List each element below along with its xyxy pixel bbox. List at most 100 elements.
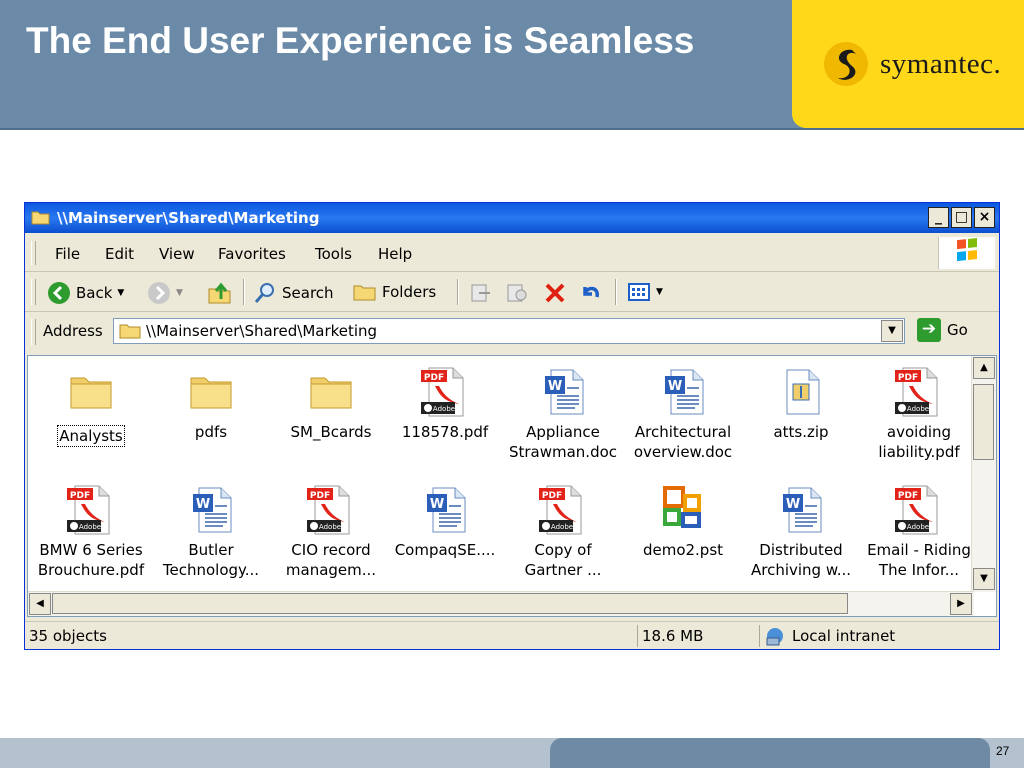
menu-tools[interactable]: Tools: [315, 245, 352, 263]
menu-help[interactable]: Help: [378, 245, 412, 263]
file-item[interactable]: SM_Bcards: [272, 364, 390, 442]
file-list: Analysts pdfs SM_Bcards PDF Adobe 118578.pdf W…: [27, 355, 997, 617]
file-item[interactable]: W CompaqSE....: [386, 482, 504, 560]
file-item[interactable]: PDF Adobe Copy of Gartner ...: [504, 482, 622, 580]
windows-flag-logo: [938, 237, 995, 269]
file-item[interactable]: PDF Adobe BMW 6 Series Brouchure.pdf: [32, 482, 150, 580]
file-item[interactable]: Analysts: [32, 364, 150, 447]
forward-button[interactable]: ▼: [147, 281, 183, 305]
svg-text:Adobe: Adobe: [433, 405, 455, 413]
file-name: Butler Technology...: [152, 540, 270, 580]
file-item[interactable]: PDF Adobe CIO record managem...: [272, 482, 390, 580]
maximize-button[interactable]: □: [951, 207, 972, 228]
file-name: Appliance Strawman.doc: [504, 422, 622, 462]
file-name: 118578.pdf: [386, 422, 504, 442]
menu-favorites[interactable]: Favorites: [218, 245, 286, 263]
vertical-scroll-thumb[interactable]: [973, 384, 994, 460]
scroll-down-button[interactable]: ▼: [973, 568, 995, 590]
file-name-line: CIO record: [291, 541, 371, 559]
scroll-left-button[interactable]: ◀: [29, 593, 51, 615]
menu-view[interactable]: View: [159, 245, 195, 263]
up-folder-button[interactable]: [207, 281, 233, 305]
back-button[interactable]: Back ▼: [47, 281, 124, 305]
file-item[interactable]: demo2.pst: [624, 482, 742, 560]
file-item[interactable]: W Architectural overview.doc: [624, 364, 742, 462]
undo-icon: [583, 286, 599, 298]
scroll-up-button[interactable]: ▲: [973, 357, 995, 379]
file-item[interactable]: PDF Adobe Email - Riding The Infor...: [860, 482, 978, 580]
menu-edit[interactable]: Edit: [105, 245, 134, 263]
file-item[interactable]: W Distributed Archiving w...: [742, 482, 860, 580]
file-name: CIO record managem...: [272, 540, 390, 580]
file-item[interactable]: W Butler Technology...: [152, 482, 270, 580]
svg-text:PDF: PDF: [542, 491, 562, 501]
folders-label: Folders: [382, 283, 437, 301]
file-name-text: CompaqSE....: [394, 541, 496, 559]
menu-file[interactable]: File: [55, 245, 80, 263]
address-grip: [31, 319, 36, 345]
file-name: Distributed Archiving w...: [742, 540, 860, 580]
move-to-button[interactable]: [469, 281, 493, 305]
horizontal-scrollbar[interactable]: ◀ ▶: [28, 591, 974, 616]
svg-text:Adobe: Adobe: [319, 523, 341, 531]
pst-file-icon: [655, 482, 711, 536]
file-name: Architectural overview.doc: [624, 422, 742, 462]
doc-file-icon: W: [535, 364, 591, 418]
address-input[interactable]: \\Mainserver\Shared\Marketing ▼: [113, 318, 905, 344]
copy-to-icon: [507, 284, 527, 302]
chevron-down-icon[interactable]: ▼: [176, 288, 183, 298]
chevron-down-icon[interactable]: ▼: [117, 288, 124, 298]
toolbar-separator: [457, 279, 459, 305]
pdf-file-icon: PDF Adobe: [63, 482, 119, 536]
page-number: 27: [996, 744, 1010, 758]
window-title: \\Mainserver\Shared\Marketing: [57, 209, 320, 227]
file-name-line: Strawman.doc: [508, 443, 618, 461]
go-button[interactable]: ➔ Go: [917, 318, 968, 342]
status-object-count: 35 objects: [29, 627, 107, 645]
delete-button[interactable]: [543, 281, 567, 305]
close-button[interactable]: ×: [974, 207, 995, 228]
folders-button[interactable]: Folders: [353, 281, 436, 303]
toolbar-grip: [31, 279, 36, 305]
views-button[interactable]: ▼: [627, 281, 663, 303]
title-bar[interactable]: \\Mainserver\Shared\Marketing _ □ ×: [25, 203, 999, 233]
slide-header: The End User Experience is Seamless syma…: [0, 0, 1024, 130]
address-label: Address: [43, 322, 103, 340]
toolbar: Back ▼ ▼ Search Folders ▼: [25, 273, 999, 312]
horizontal-scroll-thumb[interactable]: [52, 593, 848, 614]
file-name: BMW 6 Series Brouchure.pdf: [32, 540, 150, 580]
folder-open-icon: [31, 211, 50, 225]
symantec-logo-icon: [824, 42, 868, 86]
search-button[interactable]: Search: [253, 281, 334, 305]
vertical-scrollbar[interactable]: ▲ ▼: [971, 356, 996, 592]
pdf-file-icon: PDF Adobe: [891, 364, 947, 418]
address-dropdown-button[interactable]: ▼: [881, 320, 903, 342]
file-item[interactable]: pdfs: [152, 364, 270, 442]
file-name-line: Distributed: [759, 541, 843, 559]
file-name-text: Analysts: [57, 425, 125, 447]
file-name: Analysts: [32, 422, 150, 447]
doc-file-icon: W: [183, 482, 239, 536]
file-item[interactable]: PDF Adobe avoiding liability.pdf: [860, 364, 978, 462]
chevron-down-icon[interactable]: ▼: [656, 287, 663, 297]
scroll-right-button[interactable]: ▶: [950, 593, 972, 615]
file-name-text: pdfs: [194, 423, 228, 441]
zip-file-icon: [773, 364, 829, 418]
undo-button[interactable]: [579, 281, 603, 305]
copy-to-button[interactable]: [505, 281, 529, 305]
file-item[interactable]: W Appliance Strawman.doc: [504, 364, 622, 462]
file-item[interactable]: atts.zip: [742, 364, 860, 442]
symantec-logo: symantec.: [792, 0, 1024, 128]
file-name-line: BMW 6 Series: [39, 541, 143, 559]
up-folder-icon: [208, 282, 231, 304]
pdf-file-icon: PDF Adobe: [417, 364, 473, 418]
minimize-button[interactable]: _: [928, 207, 949, 228]
file-name-line: Technology...: [162, 561, 260, 579]
file-item[interactable]: PDF Adobe 118578.pdf: [386, 364, 504, 442]
file-name: atts.zip: [742, 422, 860, 442]
back-arrow-icon: [48, 282, 70, 304]
pdf-file-icon: PDF Adobe: [535, 482, 591, 536]
svg-text:W: W: [430, 497, 444, 512]
file-name: Copy of Gartner ...: [504, 540, 622, 580]
svg-text:W: W: [786, 497, 800, 512]
